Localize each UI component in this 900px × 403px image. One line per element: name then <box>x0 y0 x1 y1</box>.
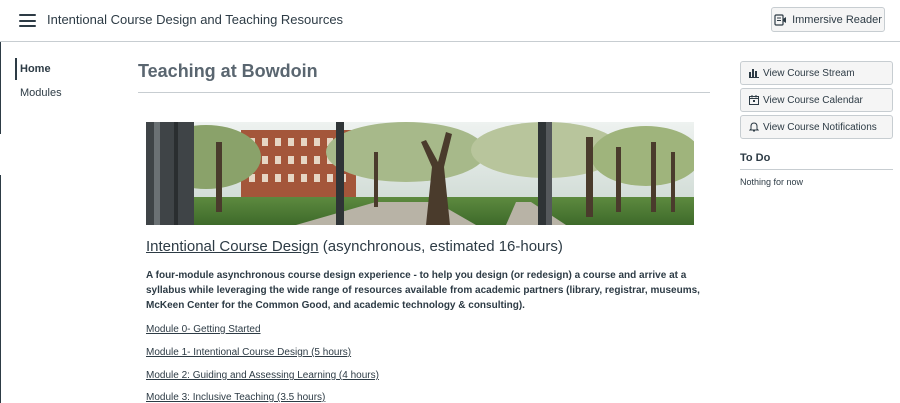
course-nav: Home Modules <box>15 58 62 104</box>
hamburger-icon[interactable] <box>19 14 36 27</box>
section-heading: Intentional Course Design (asynchronous,… <box>146 238 563 255</box>
immersive-reader-button[interactable]: Immersive Reader <box>771 7 885 32</box>
nav-item-home[interactable]: Home <box>15 58 62 80</box>
page-title: Teaching at Bowdoin <box>138 61 318 81</box>
course-title-link[interactable]: Intentional Course Design and Teaching R… <box>47 12 343 27</box>
immersive-reader-label: Immersive Reader <box>792 13 882 26</box>
view-course-stream-button[interactable]: View Course Stream <box>740 61 893 85</box>
section-heading-suffix: (asynchronous, estimated 16-hours) <box>318 238 563 255</box>
bell-icon <box>749 122 759 132</box>
view-course-calendar-label: View Course Calendar <box>763 94 863 106</box>
immersive-reader-icon <box>774 13 787 26</box>
window-edge-lower <box>0 175 1 403</box>
module-3-link[interactable]: Module 3: Inclusive Teaching (3.5 hours) <box>146 392 325 403</box>
course-description: A four-module asynchronous course design… <box>146 270 700 311</box>
view-course-stream-label: View Course Stream <box>763 67 855 79</box>
intentional-course-design-link[interactable]: Intentional Course Design <box>146 238 319 255</box>
stream-icon <box>749 68 759 78</box>
module-1-link[interactable]: Module 1- Intentional Course Design (5 h… <box>146 347 351 358</box>
module-2-link[interactable]: Module 2: Guiding and Assessing Learning… <box>146 370 379 381</box>
view-course-notifications-button[interactable]: View Course Notifications <box>740 115 893 139</box>
nav-item-modules[interactable]: Modules <box>15 82 62 104</box>
campus-banner-image <box>146 122 694 225</box>
calendar-icon <box>749 95 759 105</box>
todo-divider <box>740 169 893 170</box>
view-course-calendar-button[interactable]: View Course Calendar <box>740 88 893 112</box>
title-divider <box>138 92 710 93</box>
window-edge <box>0 42 1 134</box>
view-course-notifications-label: View Course Notifications <box>763 121 877 133</box>
module-0-link[interactable]: Module 0- Getting Started <box>146 324 261 335</box>
top-bar: Intentional Course Design and Teaching R… <box>0 0 900 42</box>
todo-heading: To Do <box>740 152 771 164</box>
todo-empty-message: Nothing for now <box>740 177 804 187</box>
